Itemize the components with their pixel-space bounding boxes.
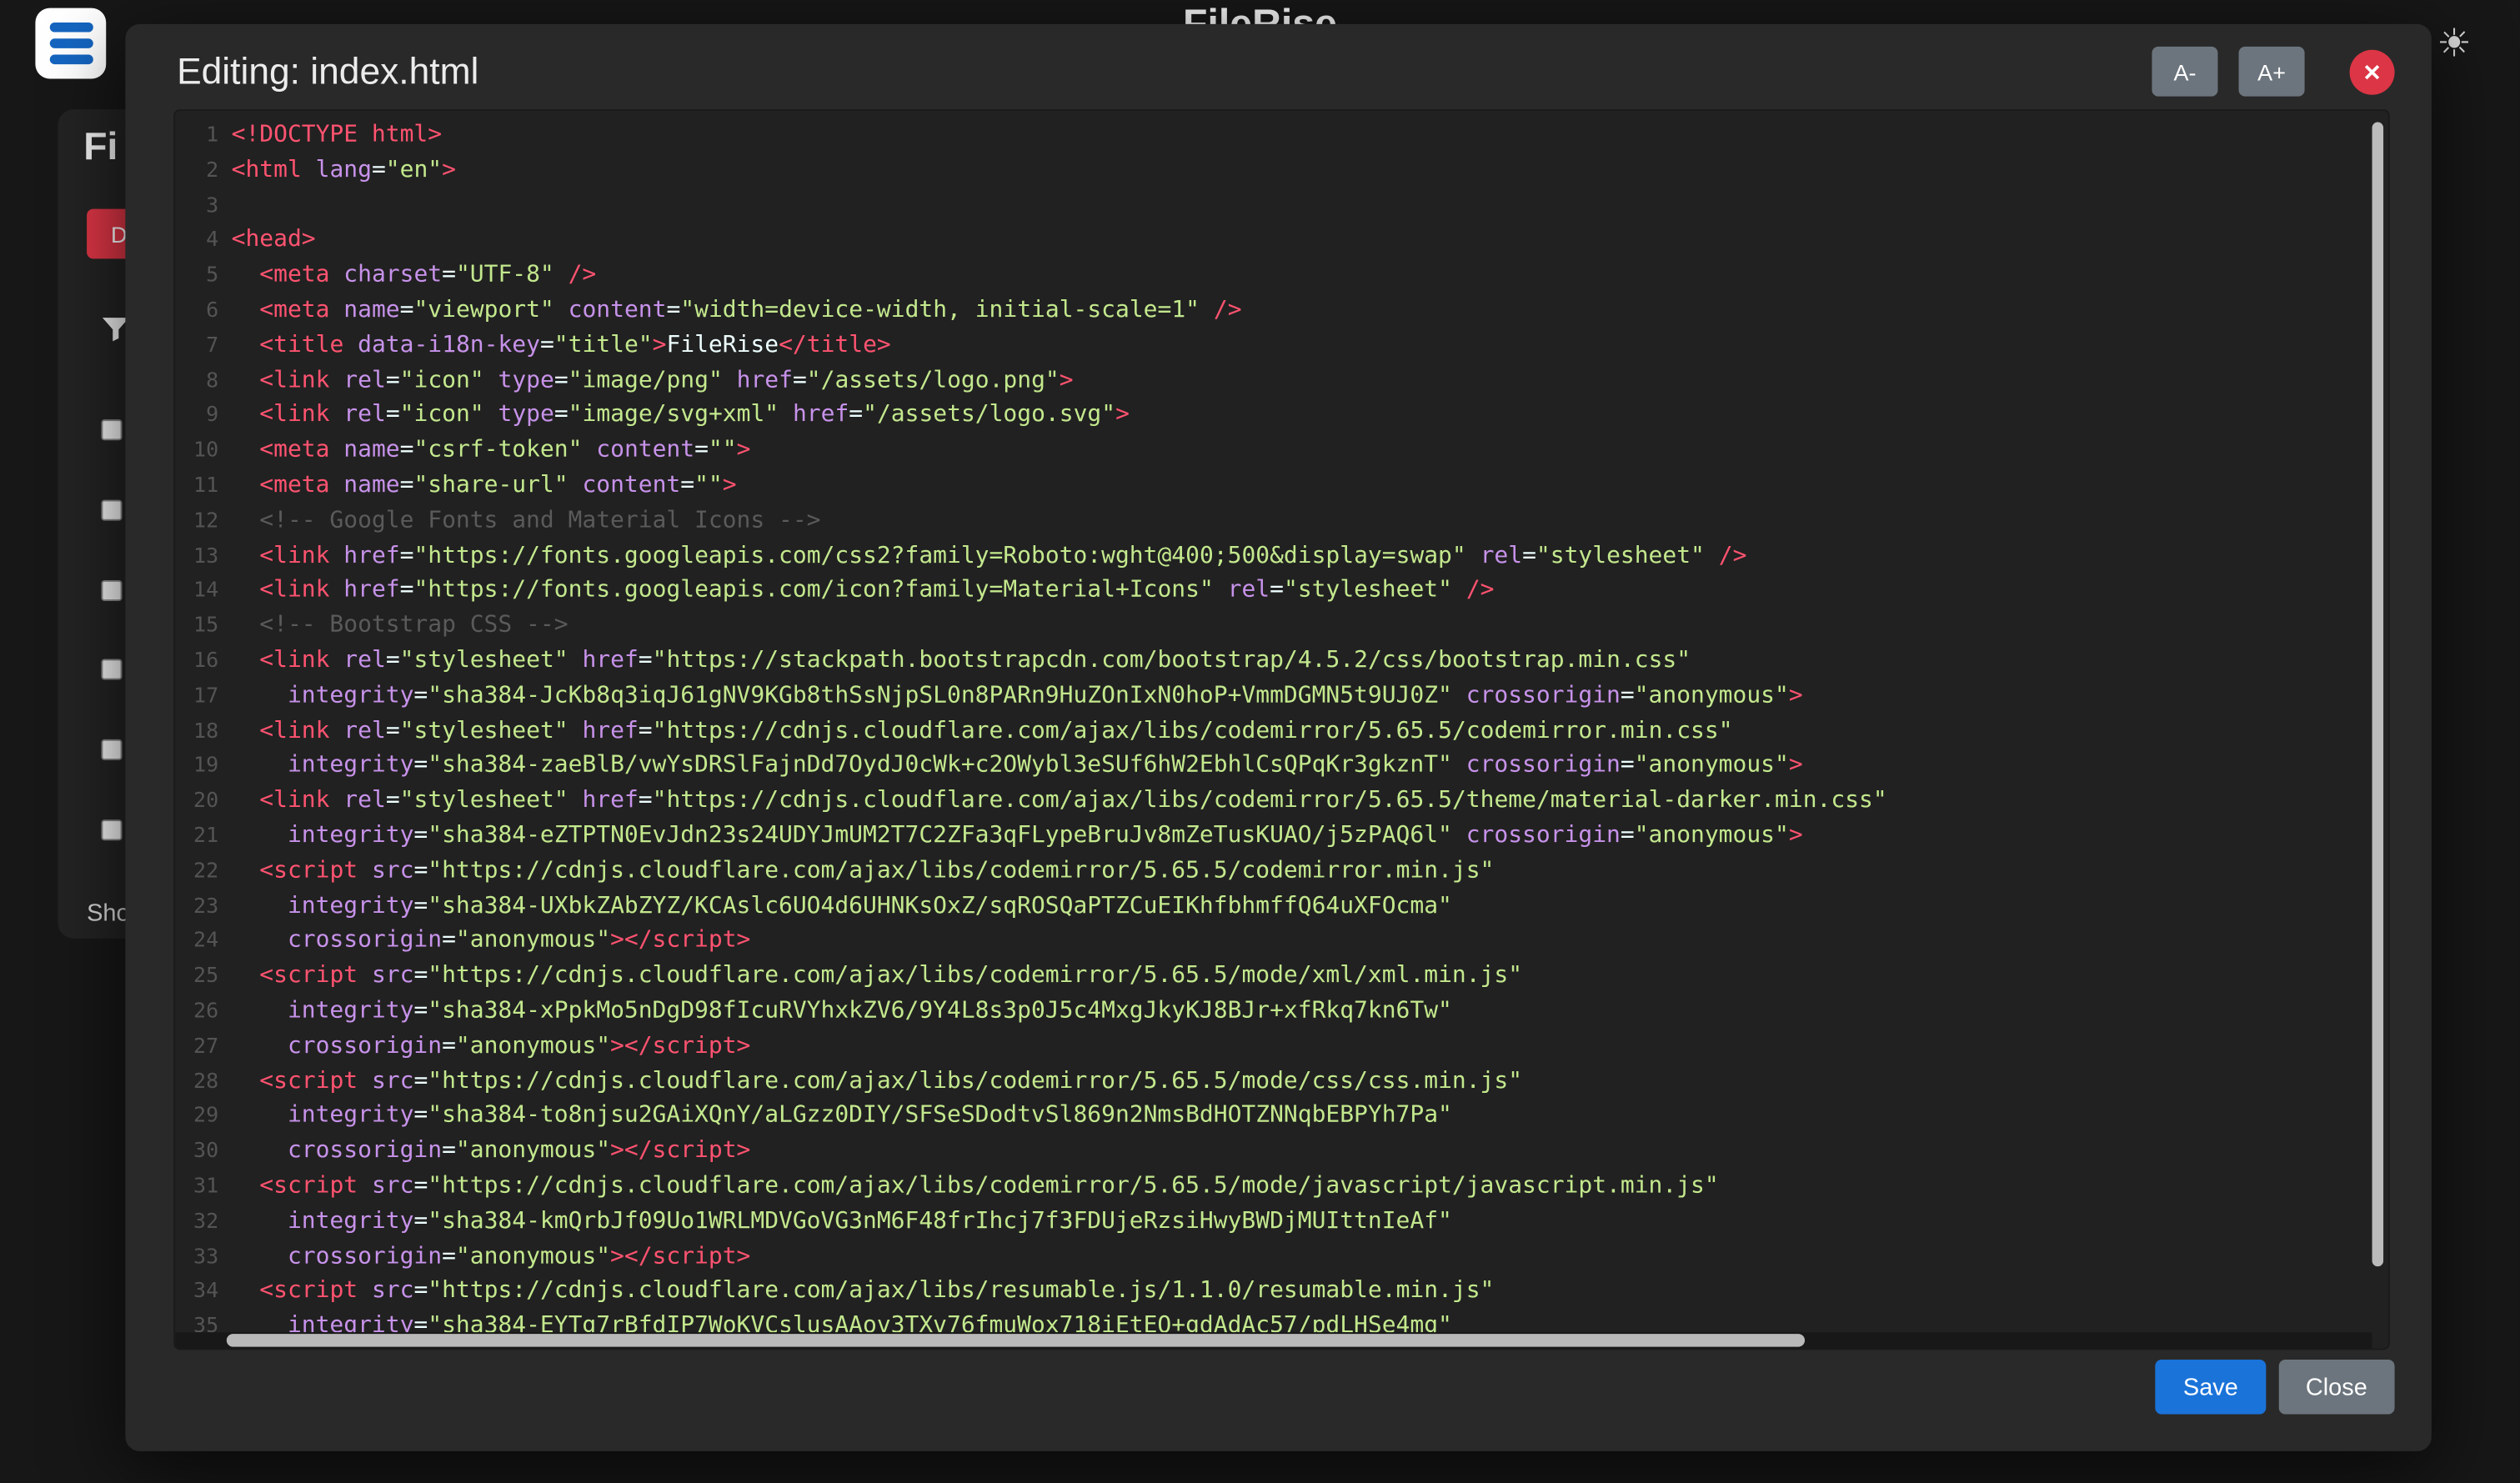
code-line: <link rel="stylesheet" href="https://sta… [232, 644, 2372, 679]
row-checkbox[interactable] [101, 659, 122, 680]
horizontal-scrollbar[interactable] [227, 1334, 1805, 1346]
code-line: integrity="sha384-zaeBlB/vwYsDRSlFajnDd7… [232, 749, 2372, 784]
line-number: 21 [188, 819, 219, 854]
line-number: 32 [188, 1205, 219, 1240]
code-line: integrity="sha384-JcKb8q3iqJ61gNV9KGb8th… [232, 679, 2372, 714]
row-checkbox[interactable] [101, 739, 122, 760]
row-checkbox[interactable] [101, 819, 122, 840]
code-line: crossorigin="anonymous"></script> [232, 1135, 2372, 1170]
line-number: 7 [188, 329, 219, 364]
line-number: 24 [188, 924, 219, 959]
line-number: 27 [188, 1030, 219, 1065]
code-line: <html lang="en"> [232, 154, 2372, 189]
line-number: 29 [188, 1100, 219, 1135]
line-number: 13 [188, 539, 219, 574]
logo-icon [49, 55, 93, 65]
horizontal-scrollbar-track [175, 1332, 2372, 1348]
modal-header: Editing: index.html A- A+ ✕ [125, 24, 2432, 109]
code-scroll-area: 1234567891011121314151617181920212223242… [175, 111, 2372, 1332]
code-line: <head> [232, 224, 2372, 259]
line-number: 4 [188, 224, 219, 259]
code-content[interactable]: <!DOCTYPE html><html lang="en"> <head> <… [232, 119, 2372, 1333]
line-number: 14 [188, 574, 219, 609]
code-line: integrity="sha384-UXbkZAbZYZ/KCAslc6UO4d… [232, 889, 2372, 924]
modal-footer: Save Close [2156, 1360, 2394, 1415]
code-line: <meta name="viewport" content="width=dev… [232, 294, 2372, 329]
code-line: <script src="https://cdnjs.cloudflare.co… [232, 1065, 2372, 1100]
line-number: 5 [188, 259, 219, 294]
line-number: 10 [188, 434, 219, 469]
code-line: <script src="https://cdnjs.cloudflare.co… [232, 959, 2372, 995]
line-number: 28 [188, 1065, 219, 1100]
line-number: 25 [188, 959, 219, 995]
line-number: 18 [188, 714, 219, 749]
code-line: <link rel="icon" type="image/png" href="… [232, 364, 2372, 399]
modal-close-button[interactable]: ✕ [2350, 49, 2395, 94]
code-line: <!-- Google Fonts and Material Icons --> [232, 504, 2372, 539]
line-number: 2 [188, 154, 219, 189]
modal-title: Editing: index.html [177, 50, 2131, 93]
code-line: <meta name="share-url" content=""> [232, 469, 2372, 504]
line-number: 20 [188, 784, 219, 819]
font-decrease-button[interactable]: A- [2152, 47, 2217, 97]
row-checkbox[interactable] [101, 499, 122, 520]
sun-icon: ☀ [2437, 20, 2471, 67]
code-line: <link rel="icon" type="image/svg+xml" hr… [232, 399, 2372, 434]
code-line: <link href="https://fonts.googleapis.com… [232, 539, 2372, 574]
code-line [232, 189, 2372, 224]
code-line: <title data-i18n-key="title">FileRise</t… [232, 329, 2372, 364]
line-number: 35 [188, 1310, 219, 1332]
code-line: <meta charset="UTF-8" /> [232, 259, 2372, 294]
code-line: integrity="sha384-kmQrbJf09Uo1WRLMDVGoVG… [232, 1205, 2372, 1240]
line-number-gutter: 1234567891011121314151617181920212223242… [188, 119, 219, 1333]
vertical-scrollbar[interactable] [2372, 123, 2383, 1267]
code-editor[interactable]: 1234567891011121314151617181920212223242… [173, 109, 2390, 1350]
code-line: integrity="sha384-xPpkMo5nDgD98fIcuRVYhx… [232, 995, 2372, 1030]
line-number: 22 [188, 854, 219, 889]
editor-modal: Editing: index.html A- A+ ✕ 123456789101… [125, 24, 2432, 1451]
line-number: 23 [188, 889, 219, 924]
line-number: 15 [188, 609, 219, 644]
save-button[interactable]: Save [2156, 1360, 2265, 1415]
code-line: crossorigin="anonymous"></script> [232, 924, 2372, 959]
line-number: 11 [188, 469, 219, 504]
row-checkbox[interactable] [101, 579, 122, 600]
line-number: 16 [188, 644, 219, 679]
line-number: 26 [188, 995, 219, 1030]
code-line: <link rel="stylesheet" href="https://cdn… [232, 784, 2372, 819]
close-button[interactable]: Close [2278, 1360, 2395, 1415]
code-line: <script src="https://cdnjs.cloudflare.co… [232, 1170, 2372, 1205]
code-line: crossorigin="anonymous"></script> [232, 1030, 2372, 1065]
line-number: 34 [188, 1275, 219, 1310]
code-line: integrity="sha384-EYTg7rBfdIP7WoKVCslusA… [232, 1310, 2372, 1332]
code-line: <script src="https://cdnjs.cloudflare.co… [232, 854, 2372, 889]
code-line: <meta name="csrf-token" content=""> [232, 434, 2372, 469]
code-line: integrity="sha384-to8njsu2GAiXQnY/aLGzz0… [232, 1100, 2372, 1135]
line-number: 19 [188, 749, 219, 784]
line-number: 12 [188, 504, 219, 539]
code-line: <script src="https://cdnjs.cloudflare.co… [232, 1275, 2372, 1310]
code-line: <!-- Bootstrap CSS --> [232, 609, 2372, 644]
code-line: <link href="https://fonts.googleapis.com… [232, 574, 2372, 609]
code-line: crossorigin="anonymous"></script> [232, 1240, 2372, 1275]
sidebar-heading: Fi [83, 125, 118, 170]
close-icon: ✕ [2362, 58, 2382, 84]
row-checkbox[interactable] [101, 419, 122, 440]
code-line: <link rel="stylesheet" href="https://cdn… [232, 714, 2372, 749]
line-number: 6 [188, 294, 219, 329]
code-line: <!DOCTYPE html> [232, 119, 2372, 154]
line-number: 8 [188, 364, 219, 399]
code-line: integrity="sha384-eZTPTN0EvJdn23s24UDYJm… [232, 819, 2372, 854]
font-increase-button[interactable]: A+ [2239, 47, 2305, 97]
line-number: 1 [188, 119, 219, 154]
line-number: 30 [188, 1135, 219, 1170]
line-number: 3 [188, 189, 219, 224]
line-number: 17 [188, 679, 219, 714]
theme-toggle-button[interactable]: ☀ [2427, 16, 2482, 71]
show-link[interactable]: Sho [87, 900, 129, 928]
line-number: 33 [188, 1240, 219, 1275]
line-number: 31 [188, 1170, 219, 1205]
page: FileRise ☀ Fi D Sho Editing: index.html … [0, 0, 2520, 1483]
line-number: 9 [188, 399, 219, 434]
